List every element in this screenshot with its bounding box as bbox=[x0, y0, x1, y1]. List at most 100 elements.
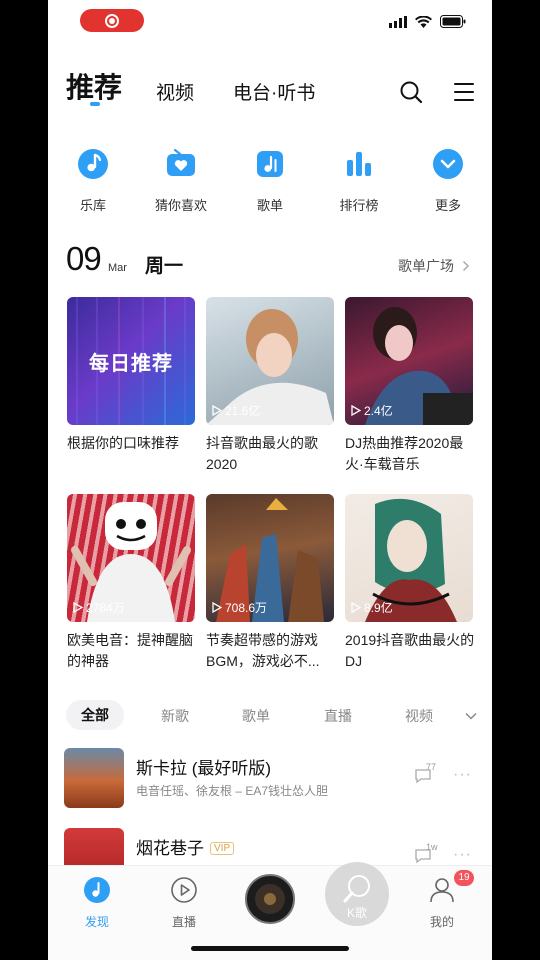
song-row[interactable]: 斯卡拉 (最好听版) 电音任瑶、徐友根 – EA7钱壮怂人胆 77 ··· bbox=[48, 748, 492, 812]
chevron-down-icon[interactable] bbox=[465, 712, 477, 720]
playlist-icon bbox=[257, 151, 283, 177]
active-tab-indicator bbox=[90, 102, 100, 106]
radio-heart-icon bbox=[167, 148, 195, 176]
playlist-square-link[interactable]: 歌单广场 bbox=[398, 256, 470, 276]
playlist-square-label: 歌单广场 bbox=[398, 258, 454, 274]
playlist-cover: 708.6万 bbox=[206, 494, 334, 622]
shortcut-playlist[interactable]: 歌单 bbox=[226, 148, 314, 214]
shortcut-label: 猜你喜欢 bbox=[154, 198, 207, 213]
battery-icon bbox=[440, 15, 466, 28]
comment-count: 77 bbox=[426, 762, 437, 772]
playlist-card[interactable]: 2.4亿 DJ热曲推荐2020最火·车载音乐 bbox=[345, 297, 473, 475]
ranking-icon bbox=[347, 152, 371, 176]
user-icon bbox=[430, 878, 454, 903]
play-icon bbox=[351, 405, 361, 416]
signal-icon bbox=[389, 15, 407, 28]
playlist-card[interactable]: 708.6万 节奏超带感的游戏BGM，游戏必不... bbox=[206, 494, 334, 672]
playlist-cover: 2.4亿 bbox=[345, 297, 473, 425]
play-icon bbox=[212, 602, 222, 613]
playlist-cover: 21.6亿 bbox=[206, 297, 334, 425]
song-artist: 电音任瑶、徐友根 – EA7钱壮怂人胆 bbox=[136, 784, 329, 798]
play-icon bbox=[73, 602, 83, 613]
shortcut-more[interactable]: 更多 bbox=[404, 148, 492, 214]
tab-live[interactable]: 直播 bbox=[149, 876, 219, 930]
record-icon bbox=[105, 13, 119, 28]
shortcut-row: 乐库 猜你喜欢 歌单 排行榜 更多 bbox=[48, 148, 492, 218]
date-day: 09 bbox=[66, 240, 102, 277]
category-tab-video[interactable]: 视频 bbox=[405, 706, 433, 726]
category-tab-live[interactable]: 直播 bbox=[324, 706, 352, 726]
date-header: 09 Mar 周一 歌单广场 bbox=[48, 240, 492, 284]
play-count: 21.6亿 bbox=[212, 402, 260, 419]
playlist-title: 2019抖音歌曲最火的DJ bbox=[345, 632, 475, 669]
tab-label: K歌 bbox=[346, 906, 367, 920]
playlist-card[interactable]: 2784万 欧美电音：提神醒脑的神器 bbox=[67, 494, 195, 672]
playlist-card[interactable]: 8.9亿 2019抖音歌曲最火的DJ bbox=[345, 494, 475, 672]
category-tab-new-songs[interactable]: 新歌 bbox=[161, 706, 189, 726]
wifi-icon bbox=[415, 15, 432, 28]
music-note-icon bbox=[84, 877, 110, 903]
screen-recording-indicator[interactable] bbox=[80, 9, 144, 32]
notification-badge: 19 bbox=[454, 870, 474, 886]
playlist-title: 根据你的口味推荐 bbox=[67, 435, 179, 451]
tab-label: 我的 bbox=[429, 915, 454, 929]
live-play-icon bbox=[171, 877, 197, 903]
status-icons bbox=[389, 15, 466, 28]
song-cover bbox=[64, 748, 124, 808]
category-tab-all[interactable]: 全部 bbox=[66, 700, 124, 730]
category-tabs: 全部 新歌 歌单 直播 视频 bbox=[48, 700, 492, 732]
app-screen: 推荐 视频 电台·听书 乐库 猜你喜欢 歌单 排行榜 更多 09 Mar 周一 … bbox=[48, 0, 492, 960]
tab-recommend[interactable]: 推荐 bbox=[66, 66, 122, 106]
shortcut-label: 更多 bbox=[434, 198, 461, 213]
song-title: 烟花巷子 VIP bbox=[136, 834, 235, 859]
chevron-right-icon bbox=[462, 260, 470, 272]
playlist-title: 节奏超带感的游戏BGM，游戏必不... bbox=[206, 632, 320, 669]
play-count-value: 21.6亿 bbox=[225, 404, 261, 418]
song-title-text: 烟花巷子 bbox=[136, 839, 204, 858]
date-month: Mar bbox=[108, 262, 127, 274]
play-count-value: 8.9亿 bbox=[364, 601, 393, 615]
menu-icon[interactable] bbox=[452, 80, 476, 104]
more-options-icon[interactable]: ··· bbox=[453, 846, 472, 864]
search-icon[interactable] bbox=[399, 80, 423, 104]
playlist-cover: 8.9亿 bbox=[345, 494, 473, 622]
daily-recommend-text: 每日推荐 bbox=[89, 353, 173, 375]
play-count-value: 2.4亿 bbox=[364, 404, 393, 418]
shortcut-guess-you-like[interactable]: 猜你喜欢 bbox=[137, 148, 225, 214]
playlist-cover: 2784万 bbox=[67, 494, 195, 622]
playlist-card[interactable]: 21.6亿 抖音歌曲最火的歌2020 bbox=[206, 297, 334, 475]
play-count: 2784万 bbox=[73, 599, 125, 616]
comment-count: 1w bbox=[426, 842, 438, 852]
play-count: 2.4亿 bbox=[351, 402, 393, 419]
more-options-icon[interactable]: ··· bbox=[453, 766, 472, 784]
shortcut-music-library[interactable]: 乐库 bbox=[49, 148, 137, 214]
tab-discover[interactable]: 发现 bbox=[62, 876, 132, 930]
tab-label: 发现 bbox=[84, 915, 109, 929]
shortcut-label: 歌单 bbox=[256, 198, 283, 213]
song-title: 斯卡拉 (最好听版) bbox=[136, 759, 272, 778]
shortcut-ranking[interactable]: 排行榜 bbox=[315, 148, 403, 214]
category-tab-playlists[interactable]: 歌单 bbox=[242, 706, 270, 726]
play-count: 8.9亿 bbox=[351, 599, 393, 616]
play-icon bbox=[351, 602, 361, 613]
playlist-title: DJ热曲推荐2020最火·车载音乐 bbox=[345, 435, 464, 472]
chevron-down-icon bbox=[433, 149, 463, 179]
date-weekday: 周一 bbox=[145, 256, 184, 277]
tab-video[interactable]: 视频 bbox=[156, 78, 194, 105]
status-bar bbox=[48, 0, 492, 44]
tab-radio-audiobook[interactable]: 电台·听书 bbox=[233, 78, 315, 105]
shortcut-label: 排行榜 bbox=[339, 198, 379, 213]
tab-kge[interactable]: K歌 bbox=[325, 862, 389, 926]
playlist-title: 欧美电音：提神醒脑的神器 bbox=[67, 632, 193, 669]
home-indicator[interactable] bbox=[191, 946, 349, 951]
music-note-icon bbox=[78, 149, 108, 179]
comment-button[interactable]: 77 bbox=[414, 762, 436, 788]
now-playing-disc[interactable] bbox=[245, 874, 295, 924]
shortcut-label: 乐库 bbox=[79, 198, 106, 213]
tab-label: 直播 bbox=[171, 915, 196, 929]
playlist-card-daily[interactable]: 每日推荐 根据你的口味推荐 bbox=[67, 297, 195, 454]
vinyl-icon bbox=[255, 884, 285, 914]
vip-badge: VIP bbox=[210, 842, 235, 855]
play-icon bbox=[212, 405, 222, 416]
play-count: 708.6万 bbox=[212, 599, 267, 616]
